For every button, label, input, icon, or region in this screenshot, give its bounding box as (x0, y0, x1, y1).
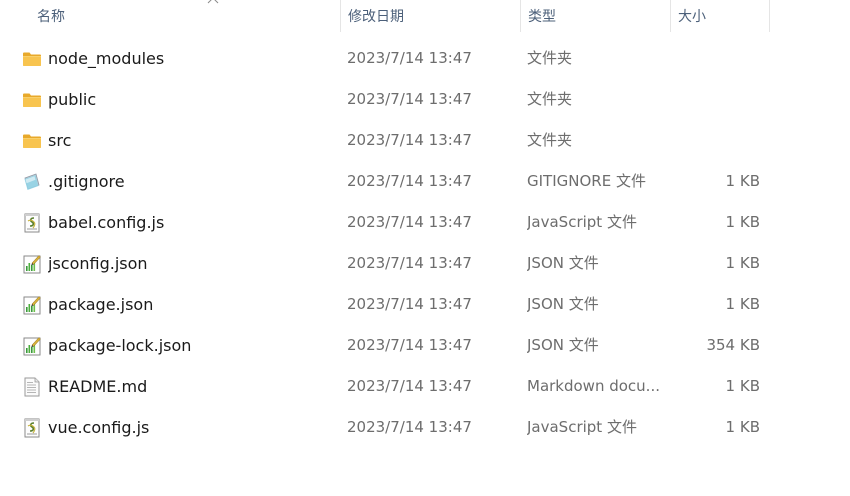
file-name: babel.config.js (48, 213, 165, 232)
file-name: .gitignore (48, 172, 125, 191)
sort-ascending-icon (207, 0, 219, 4)
file-name: README.md (48, 377, 148, 396)
file-row[interactable]: src 2023/7/14 13:47 文件夹 (0, 120, 770, 161)
file-size (670, 79, 760, 120)
file-row[interactable]: babel.config.js 2023/7/14 13:47 JavaScript… (0, 202, 770, 243)
file-type: Markdown docu... (527, 377, 660, 395)
file-modified-date: 2023/7/14 13:47 (347, 254, 472, 272)
file-size: 1 KB (725, 254, 760, 272)
js-file-icon (22, 418, 42, 438)
file-name: package.json (48, 295, 154, 314)
file-modified-date: 2023/7/14 13:47 (347, 131, 472, 149)
column-header-type[interactable]: 类型 (520, 0, 670, 32)
file-size (670, 120, 760, 161)
file-list: node_modules 2023/7/14 13:47 文件夹 public 2023… (0, 38, 770, 448)
folder-icon (22, 90, 42, 110)
file-row[interactable]: jsconfig.json 2023/7/14 13:47 JSON 文件 1 KB (0, 243, 770, 284)
json-file-icon (22, 295, 42, 315)
file-name: src (48, 131, 72, 150)
file-size: 354 KB (706, 336, 760, 354)
file-size: 1 KB (725, 172, 760, 190)
file-type: GITIGNORE 文件 (527, 172, 646, 190)
file-explorer: 名称 修改日期 类型 大小 node_modules 2023/7/14 13:4… (0, 0, 850, 496)
gitignore-file-icon (22, 172, 42, 192)
column-header-size-label: 大小 (678, 9, 706, 25)
file-row[interactable]: package-lock.json 2023/7/14 13:47 JSON 文件 3… (0, 325, 770, 366)
file-row[interactable]: package.json 2023/7/14 13:47 JSON 文件 1 KB (0, 284, 770, 325)
file-modified-date: 2023/7/14 13:47 (347, 49, 472, 67)
file-name: node_modules (48, 49, 165, 68)
folder-icon (22, 49, 42, 69)
markdown-file-icon (22, 377, 42, 397)
file-modified-date: 2023/7/14 13:47 (347, 172, 472, 190)
file-type: JSON 文件 (527, 254, 599, 272)
column-header-size[interactable]: 大小 (670, 0, 770, 32)
file-size: 1 KB (725, 213, 760, 231)
column-header-date[interactable]: 修改日期 (340, 0, 520, 32)
file-modified-date: 2023/7/14 13:47 (347, 377, 472, 395)
file-name: package-lock.json (48, 336, 192, 355)
json-file-icon (22, 336, 42, 356)
file-name: vue.config.js (48, 418, 150, 437)
column-header-name[interactable]: 名称 (29, 0, 340, 32)
file-name: jsconfig.json (48, 254, 148, 273)
file-type: JavaScript 文件 (527, 418, 637, 436)
file-row[interactable]: public 2023/7/14 13:47 文件夹 (0, 79, 770, 120)
file-name: public (48, 90, 97, 109)
file-type: 文件夹 (527, 49, 573, 67)
file-type: 文件夹 (527, 90, 573, 108)
file-modified-date: 2023/7/14 13:47 (347, 295, 472, 313)
file-size: 1 KB (725, 418, 760, 436)
file-type: JSON 文件 (527, 295, 599, 313)
file-modified-date: 2023/7/14 13:47 (347, 418, 472, 436)
column-divider[interactable] (769, 0, 770, 32)
column-header-date-label: 修改日期 (348, 9, 404, 25)
file-row[interactable]: README.md 2023/7/14 13:47 Markdown docu...… (0, 366, 770, 407)
column-header-type-label: 类型 (528, 9, 556, 25)
file-modified-date: 2023/7/14 13:47 (347, 90, 472, 108)
folder-icon (22, 131, 42, 151)
file-size (670, 38, 760, 79)
file-row[interactable]: vue.config.js 2023/7/14 13:47 JavaScript 文… (0, 407, 770, 448)
file-row[interactable]: .gitignore 2023/7/14 13:47 GITIGNORE 文件 1 K… (0, 161, 770, 202)
file-row[interactable]: node_modules 2023/7/14 13:47 文件夹 (0, 38, 770, 79)
json-file-icon (22, 254, 42, 274)
file-size: 1 KB (725, 295, 760, 313)
file-modified-date: 2023/7/14 13:47 (347, 213, 472, 231)
file-type: JSON 文件 (527, 336, 599, 354)
file-size: 1 KB (725, 377, 760, 395)
file-type: 文件夹 (527, 131, 573, 149)
file-type: JavaScript 文件 (527, 213, 637, 231)
column-header-name-label: 名称 (37, 9, 65, 25)
file-modified-date: 2023/7/14 13:47 (347, 336, 472, 354)
js-file-icon (22, 213, 42, 233)
column-header: 名称 修改日期 类型 大小 (0, 0, 770, 32)
